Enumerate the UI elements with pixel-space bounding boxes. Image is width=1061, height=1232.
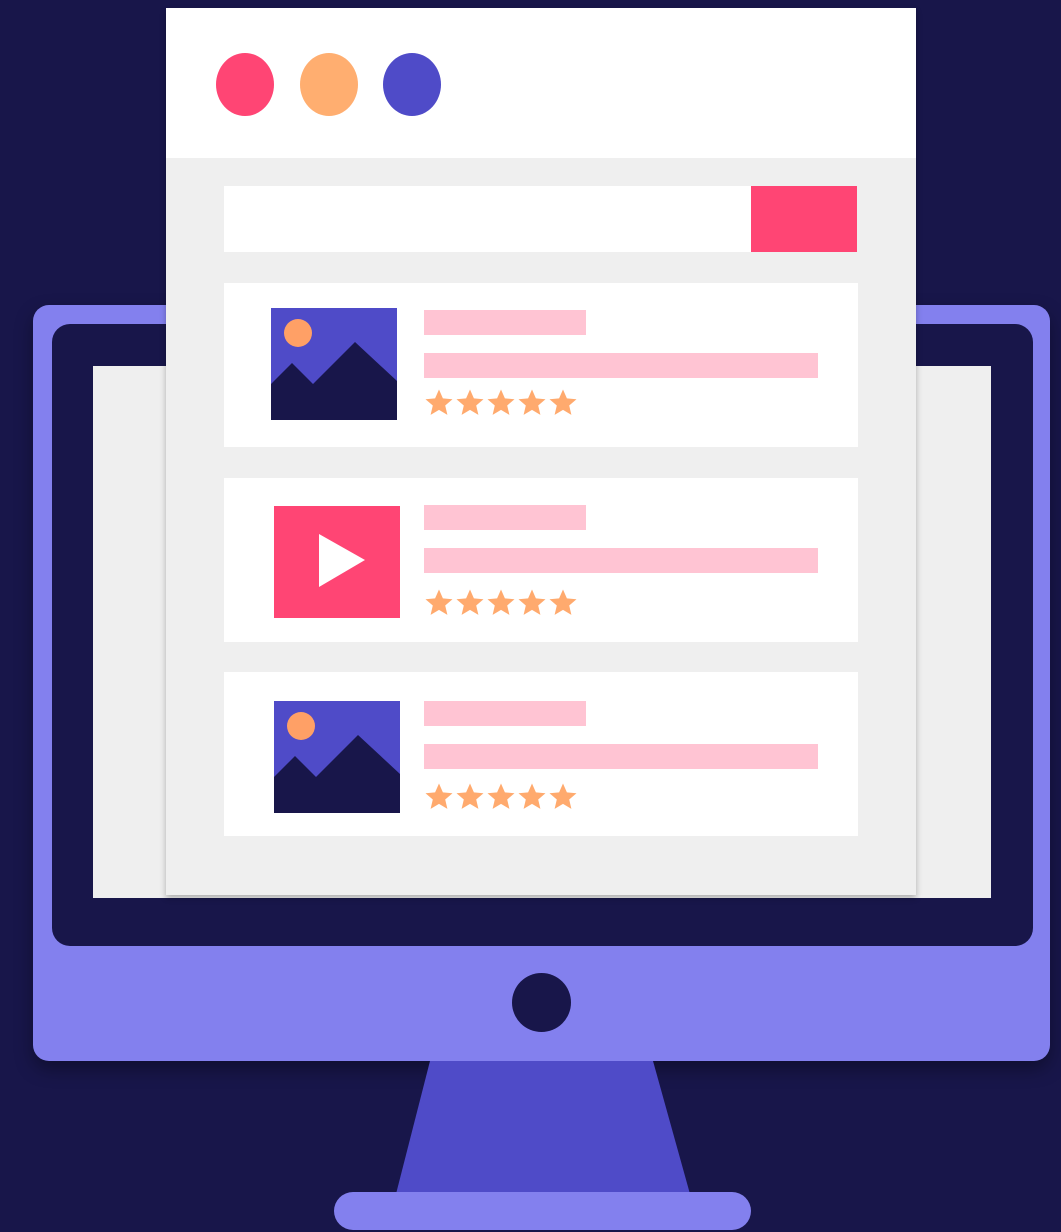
- image-icon: [274, 701, 400, 813]
- star-icon: [487, 389, 515, 415]
- result-description-placeholder: [424, 353, 818, 378]
- result-title-placeholder: [424, 701, 586, 726]
- star-icon: [425, 783, 453, 809]
- window-dot-indigo[interactable]: [383, 53, 441, 116]
- result-card[interactable]: [224, 478, 858, 642]
- star-icon: [549, 783, 577, 809]
- star-icon: [518, 389, 546, 415]
- monitor-power-button: [512, 973, 571, 1032]
- star-icon: [518, 783, 546, 809]
- star-rating: [424, 388, 584, 418]
- video-play-icon: [274, 506, 400, 618]
- browser-header: [166, 8, 916, 158]
- result-title-placeholder: [424, 505, 586, 530]
- search-button[interactable]: [751, 186, 857, 252]
- star-icon: [549, 389, 577, 415]
- window-dot-red[interactable]: [216, 53, 274, 116]
- image-icon: [271, 308, 397, 420]
- result-card[interactable]: [224, 672, 858, 836]
- star-icon: [425, 589, 453, 615]
- illustration-scene: [0, 0, 1061, 1232]
- star-rating: [424, 782, 584, 812]
- result-title-placeholder: [424, 310, 586, 335]
- star-icon: [456, 783, 484, 809]
- star-icon: [487, 783, 515, 809]
- star-rating: [424, 588, 584, 618]
- star-icon: [425, 389, 453, 415]
- star-icon: [456, 389, 484, 415]
- result-description-placeholder: [424, 744, 818, 769]
- result-description-placeholder: [424, 548, 818, 573]
- window-dot-orange[interactable]: [300, 53, 358, 116]
- monitor-stand-base: [334, 1192, 751, 1230]
- star-icon: [487, 589, 515, 615]
- star-icon: [456, 589, 484, 615]
- star-icon: [549, 589, 577, 615]
- browser-window: [166, 8, 916, 895]
- result-card[interactable]: [224, 283, 858, 447]
- star-icon: [518, 589, 546, 615]
- search-input[interactable]: [224, 186, 751, 252]
